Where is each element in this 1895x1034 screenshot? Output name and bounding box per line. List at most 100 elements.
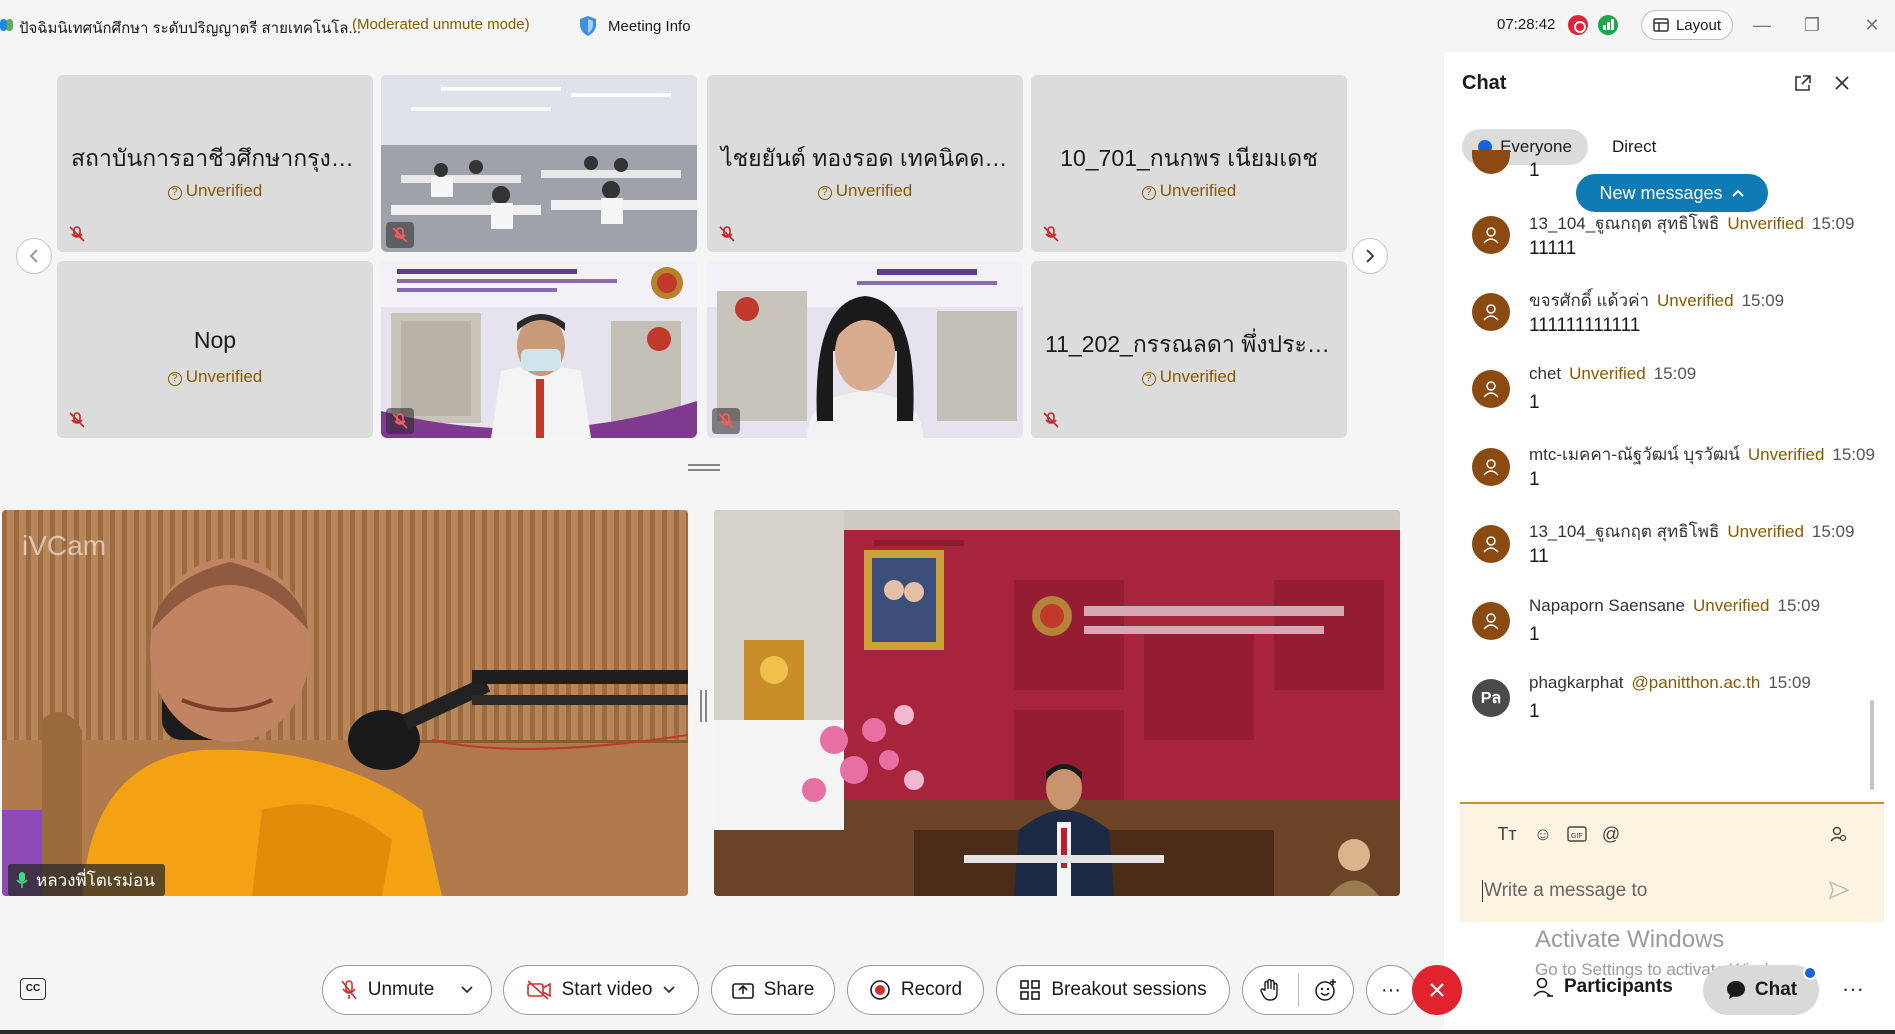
avatar <box>1472 293 1510 331</box>
breakout-icon <box>1020 980 1041 1000</box>
record-icon <box>870 980 890 1000</box>
new-messages-button[interactable]: New messages <box>1576 174 1768 212</box>
muted-mic-icon <box>718 413 734 429</box>
meeting-clock: 07:28:42 <box>1497 16 1556 33</box>
avatar: Pล <box>1472 679 1510 717</box>
message-body: 1 <box>1529 160 1540 181</box>
participant-name: ไชยยันต์ ทองรอด เทคนิคดอ... <box>721 145 1018 171</box>
unverified-badge: ? Unverified <box>707 181 1023 201</box>
closed-captions-button[interactable]: CC <box>20 978 46 1000</box>
message-body: 11 <box>1529 546 1549 567</box>
tab-direct[interactable]: Direct <box>1612 137 1656 157</box>
participant-tile[interactable]: 10_701_กนกพร เนียมเดช ? Unverified <box>1031 75 1347 252</box>
close-window-icon[interactable]: ✕ <box>1859 12 1885 38</box>
svg-text:GIF: GIF <box>1571 833 1583 840</box>
unverified-badge: ? Unverified <box>57 181 373 201</box>
taskbar-strip <box>0 1030 1895 1034</box>
active-speaker-video[interactable]: iVCam หลวงพี่โตเรม่อน <box>2 510 688 896</box>
student-video <box>707 261 1023 438</box>
message-body: 1 <box>1529 701 1540 722</box>
recording-indicator-icon[interactable] <box>1568 15 1588 35</box>
participant-tile[interactable]: 11_202_กรรณลดา พึ่งประชา ? Unverified <box>1031 261 1347 438</box>
question-icon: ? <box>167 186 182 200</box>
speaker-name: หลวงพี่โตเรม่อน <box>36 870 155 890</box>
participant-video-tile[interactable] <box>381 261 697 438</box>
question-icon: ? <box>1141 186 1156 200</box>
layout-label: Layout <box>1675 16 1722 34</box>
layout-button[interactable]: Layout <box>1641 10 1733 40</box>
new-messages-label: New messages <box>1599 182 1723 203</box>
more-icon[interactable]: ··· <box>1842 976 1864 1002</box>
person-icon <box>1483 304 1499 321</box>
resize-handle[interactable] <box>688 464 720 472</box>
more-options-button[interactable]: ··· <box>1366 965 1416 1015</box>
video-split-handle[interactable] <box>700 690 708 722</box>
chat-message-input[interactable]: Write a message to <box>1481 880 1647 902</box>
participant-video-tile[interactable] <box>381 75 697 252</box>
breakout-sessions-button[interactable]: Breakout sessions <box>996 965 1230 1015</box>
chat-composer <box>1460 802 1884 922</box>
person-icon <box>1483 536 1499 553</box>
close-chat-icon[interactable] <box>1833 74 1851 92</box>
meeting-info-button[interactable]: Meeting Info <box>578 12 691 40</box>
breakout-label: Breakout sessions <box>1051 979 1207 1000</box>
activate-windows-title: Activate Windows <box>1535 926 1725 953</box>
muted-mic-icon <box>1043 412 1059 428</box>
leave-meeting-button[interactable] <box>1412 965 1462 1015</box>
chat-button[interactable]: Chat <box>1703 965 1819 1015</box>
text-format-icon[interactable]: Tт <box>1495 822 1519 846</box>
mention-icon[interactable]: @ <box>1599 822 1623 846</box>
message-body: 111111111111 <box>1529 315 1641 336</box>
secondary-video[interactable] <box>714 510 1400 896</box>
participant-tile[interactable]: Nop ? Unverified <box>57 261 373 438</box>
next-page-button[interactable] <box>1352 238 1388 274</box>
chat-scrollbar[interactable] <box>1870 700 1874 790</box>
reactions-icon[interactable] <box>1298 978 1353 1002</box>
close-icon <box>1430 983 1444 997</box>
recipient-icon[interactable] <box>1826 822 1850 846</box>
raise-hand-icon[interactable] <box>1243 978 1298 1002</box>
share-button[interactable]: Share <box>711 965 835 1015</box>
chevron-right-icon <box>1366 249 1375 263</box>
unmute-button[interactable]: Unmute <box>322 965 492 1015</box>
question-icon: ? <box>817 186 832 200</box>
participant-tile[interactable]: สถาบันการอาชีวศึกษากรุงเท... ? Unverified <box>57 75 373 252</box>
start-video-button[interactable]: Start video <box>503 965 699 1015</box>
message-body: 11111 <box>1529 238 1577 259</box>
send-icon[interactable] <box>1828 880 1850 900</box>
mic-active-icon <box>16 872 28 888</box>
chat-label: Chat <box>1754 979 1798 1000</box>
avatar <box>1472 602 1510 640</box>
gif-icon[interactable]: GIF <box>1565 822 1589 846</box>
participant-tile[interactable]: ไชยยันต์ ทองรอด เทคนิคดอ... ? Unverified <box>707 75 1023 252</box>
person-icon <box>1483 227 1499 244</box>
chevron-down-icon[interactable] <box>460 985 474 995</box>
start-video-label: Start video <box>561 979 653 1000</box>
avatar <box>1472 216 1510 254</box>
chevron-left-icon <box>29 249 38 263</box>
unverified-badge: ? Unverified <box>1031 367 1347 387</box>
question-icon: ? <box>167 372 182 386</box>
participant-video-tile[interactable] <box>707 261 1023 438</box>
record-button[interactable]: Record <box>847 965 984 1015</box>
muted-mic-icon <box>1043 226 1059 242</box>
share-icon <box>731 983 754 999</box>
muted-mic-icon <box>69 412 85 428</box>
participants-label: Participants <box>1564 976 1673 997</box>
person-icon <box>1483 613 1499 630</box>
chevron-down-icon[interactable] <box>662 985 676 995</box>
avatar <box>1472 370 1510 408</box>
maximize-icon[interactable]: ❐ <box>1799 12 1825 38</box>
muted-mic-icon <box>719 226 735 242</box>
shield-icon <box>580 16 596 36</box>
ivcam-watermark: iVCam <box>22 530 106 561</box>
participant-name: Nop <box>193 327 237 353</box>
classroom-video <box>381 75 697 252</box>
prev-page-button[interactable] <box>16 238 52 274</box>
emoji-icon[interactable]: ☺ <box>1531 822 1555 846</box>
participant-name: สถาบันการอาชีวศึกษากรุงเท... <box>71 145 373 171</box>
participants-button[interactable]: Participants <box>1532 976 1673 998</box>
popout-icon[interactable] <box>1794 74 1812 92</box>
minimize-icon[interactable]: — <box>1749 12 1775 38</box>
network-signal-icon[interactable] <box>1598 15 1618 35</box>
